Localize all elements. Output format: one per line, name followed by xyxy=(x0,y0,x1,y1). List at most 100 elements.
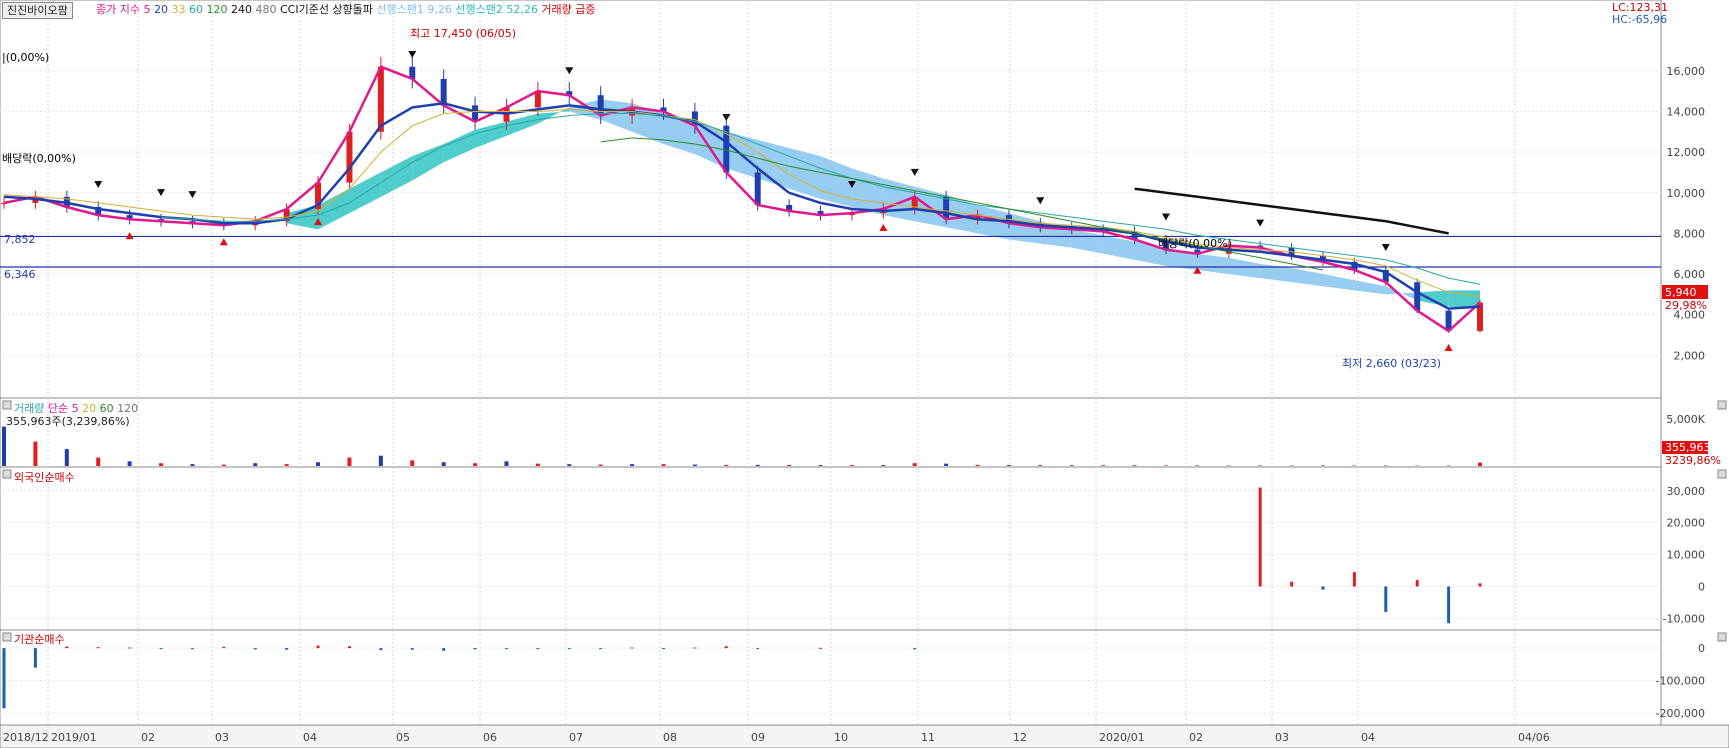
institution-bar xyxy=(913,648,917,650)
foreign-close-icon[interactable] xyxy=(1717,469,1727,479)
price-tick-label: 8,000 xyxy=(1674,227,1706,240)
legend-item: 종가 지수 5 xyxy=(96,3,154,16)
volume-bar xyxy=(64,449,69,466)
stock-name[interactable]: 진진바이오팜 xyxy=(2,2,73,19)
foreign-menu-icon[interactable] xyxy=(2,469,12,479)
institution-bar xyxy=(128,647,132,649)
x-tick-label: 04 xyxy=(1361,731,1375,744)
y-axis-ticks: 16,00014,00012,00010,0008,0006,0004,0002… xyxy=(1656,65,1706,720)
volume-bar xyxy=(1101,465,1106,466)
institution-bar xyxy=(473,648,477,650)
legend-item: 60 xyxy=(189,3,207,16)
x-tick-label: 02 xyxy=(141,731,155,744)
volume-close-icon[interactable] xyxy=(1717,400,1727,410)
institution-bar xyxy=(724,646,728,649)
volume-bar xyxy=(1478,462,1482,466)
last-volume-pct: 3239,86% xyxy=(1665,454,1721,467)
volume-bar xyxy=(96,457,101,466)
last-price: 5,940 xyxy=(1665,286,1697,299)
volume-bar xyxy=(787,464,792,466)
volume-bar xyxy=(944,463,949,466)
institution-tick-label: -200,000 xyxy=(1656,707,1705,720)
x-tick-label: 2020/01 xyxy=(1099,731,1145,744)
institution-close-icon[interactable] xyxy=(1717,632,1727,642)
volume-bar xyxy=(221,464,226,466)
institution-bar xyxy=(33,648,37,668)
candle-body xyxy=(377,66,384,132)
volume-bar xyxy=(473,463,478,466)
x-tick-label: 04/06 xyxy=(1518,731,1550,744)
foreign-bar xyxy=(1415,580,1419,587)
volume-bar xyxy=(598,464,603,466)
institution-bar xyxy=(442,648,446,651)
institution-bar xyxy=(379,648,383,651)
institution-bar xyxy=(630,647,634,649)
institution-bar xyxy=(190,648,194,650)
foreign-bar xyxy=(1352,572,1356,587)
institution-bar xyxy=(693,647,697,649)
foreign-tick-label: 10,000 xyxy=(1667,549,1706,562)
legend-item: 선행스팬2 52,26 xyxy=(455,3,541,16)
x-tick-label: 12 xyxy=(1013,731,1027,744)
volume-bar xyxy=(912,463,917,466)
legend-item: 120 xyxy=(206,3,231,16)
hc-readout: HC:-65,96 xyxy=(1612,13,1667,26)
foreign-bar xyxy=(1447,586,1451,624)
stock-chart[interactable]: 16,00014,00012,00010,0008,0006,0004,0002… xyxy=(0,0,1729,748)
legend-item: CCI기준선 상향돌파 xyxy=(280,3,376,16)
institution-bar xyxy=(2,648,6,709)
price-tick-label: 6,000 xyxy=(1674,268,1706,281)
x-tick-label: 07 xyxy=(569,731,583,744)
foreign-bar xyxy=(1321,586,1325,590)
volume-bar xyxy=(410,460,415,466)
hline-label-1: 7,852 xyxy=(4,233,36,246)
high-annotation: 최고 17,450 (06/05) xyxy=(410,27,516,40)
hline-label-2: 6,346 xyxy=(4,268,36,281)
volume-bar xyxy=(692,464,697,466)
price-legend: 종가 지수 5 20 33 60 120 240 480 CCI기준선 상향돌파… xyxy=(96,3,595,16)
x-tick-label: 03 xyxy=(215,731,229,744)
institution-bar xyxy=(410,648,414,650)
volume-legend-item: 60 xyxy=(100,402,118,415)
volume-bar xyxy=(253,463,258,466)
legend-item: 선행스팬1 9,26 xyxy=(376,3,455,16)
x-tick-label: 03 xyxy=(1275,731,1289,744)
volume-bar xyxy=(881,465,886,466)
volume-bar xyxy=(1132,465,1137,466)
price-tick-label: 2,000 xyxy=(1674,349,1706,362)
foreign-title: 외국인순매수 xyxy=(14,471,75,484)
institution-bar xyxy=(316,645,320,649)
price-tick-label: 10,000 xyxy=(1667,187,1706,200)
institution-menu-icon[interactable] xyxy=(2,632,12,642)
volume-bar xyxy=(378,455,383,466)
institution-bar xyxy=(599,648,603,650)
candle-body xyxy=(754,172,761,205)
candle-body xyxy=(346,131,353,183)
institution-bar xyxy=(504,648,508,650)
institution-bar xyxy=(819,647,823,649)
volume-bar xyxy=(190,464,195,466)
volume-bar xyxy=(661,464,666,466)
institution-bar xyxy=(536,648,540,650)
volume-bar xyxy=(1163,465,1168,466)
volume-bar xyxy=(33,441,38,466)
last-volume: 355,963 xyxy=(1665,441,1711,454)
legend-item: 480 xyxy=(255,3,280,16)
volume-bar xyxy=(1195,465,1200,466)
volume-bar xyxy=(2,426,6,466)
dividend-label-2: 배당락(0,00%) xyxy=(2,152,76,165)
volume-bar xyxy=(724,464,729,466)
legend-item: 거래량 급증 xyxy=(541,3,595,16)
x-tick-label: 09 xyxy=(751,731,765,744)
dividend-label-3: 배당락(0,00%) xyxy=(1158,237,1232,250)
volume-bar xyxy=(535,463,540,466)
volume-bar xyxy=(630,464,635,466)
volume-bar xyxy=(1006,465,1011,466)
candle-body xyxy=(943,196,950,220)
x-tick-label: 06 xyxy=(483,731,497,744)
volume-menu-icon[interactable] xyxy=(2,400,12,410)
volume-value: 355,963주(3,239,86%) xyxy=(6,415,130,428)
volume-legend-item: 120 xyxy=(117,402,138,415)
volume-bar xyxy=(159,463,164,466)
x-tick-label: 10 xyxy=(834,731,848,744)
